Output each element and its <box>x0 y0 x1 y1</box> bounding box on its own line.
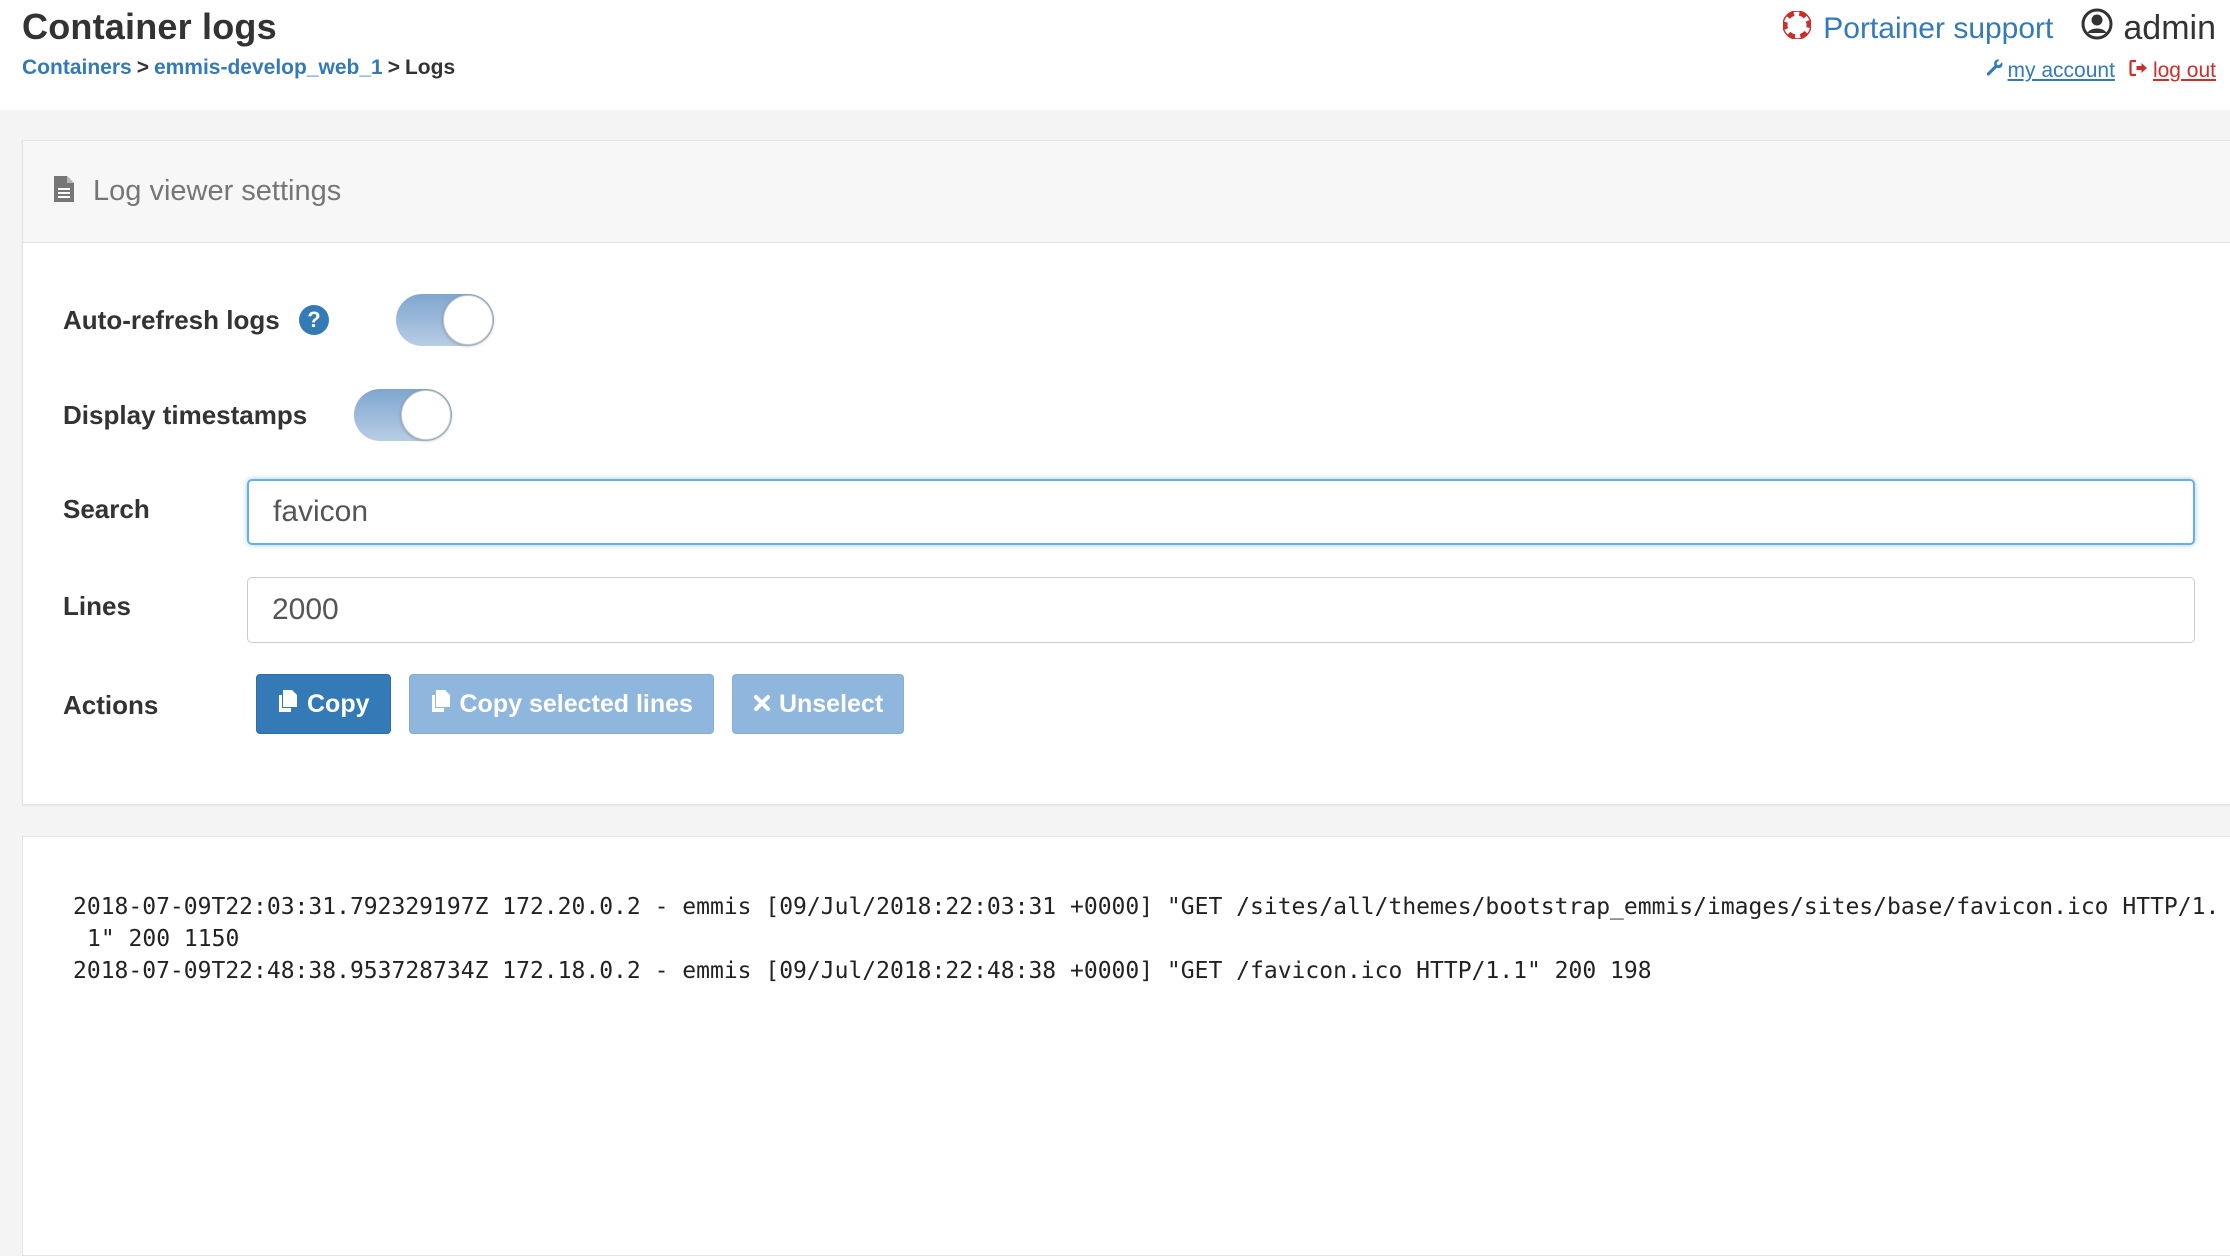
user-circle-icon <box>2081 8 2113 49</box>
search-label: Search <box>63 494 150 524</box>
actions-button-group: Copy Copy selected lines Unselect <box>256 674 922 734</box>
logout-label: log out <box>2152 59 2216 82</box>
file-text-icon <box>53 175 75 208</box>
copy-selected-lines-button[interactable]: Copy selected lines <box>408 674 714 734</box>
close-icon <box>753 690 771 719</box>
auto-refresh-row: Auto-refresh logs ? <box>63 294 494 346</box>
breadcrumb-separator: > <box>136 56 149 79</box>
copy-button-label: Copy <box>307 689 370 718</box>
current-user: admin <box>2081 8 2216 49</box>
log-line[interactable]: 2018-07-09T22:03:31.792329197Z 172.20.0.… <box>73 891 2230 955</box>
panel-heading: Log viewer settings <box>23 141 2230 243</box>
toggle-knob <box>442 295 493 345</box>
sign-out-icon <box>2129 59 2149 83</box>
toggle-knob <box>401 390 452 440</box>
page-title: Container logs <box>22 6 277 47</box>
copy-button[interactable]: Copy <box>256 674 391 734</box>
question-circle-icon[interactable]: ? <box>298 304 330 336</box>
portainer-support-label: Portainer support <box>1823 11 2054 45</box>
wrench-icon <box>1986 59 2004 83</box>
display-timestamps-label: Display timestamps <box>63 399 308 430</box>
auto-refresh-toggle[interactable] <box>395 294 494 346</box>
auto-refresh-label: Auto-refresh logs <box>63 304 280 335</box>
lines-input[interactable] <box>247 577 2195 643</box>
log-output-panel: 2018-07-09T22:03:31.792329197Z 172.20.0.… <box>22 836 2230 1256</box>
my-account-label: my account <box>2007 59 2115 82</box>
breadcrumb: Containers > emmis-develop_web_1 > Logs <box>22 56 455 80</box>
display-timestamps-row: Display timestamps <box>63 389 453 441</box>
breadcrumb-container-link[interactable]: emmis-develop_web_1 <box>154 56 383 79</box>
username: admin <box>2123 9 2216 47</box>
unselect-button-label: Unselect <box>778 689 884 718</box>
header-user-area: Portainer support admin my account log o… <box>1782 8 2216 83</box>
copy-icon <box>430 689 452 720</box>
log-lines: 2018-07-09T22:03:31.792329197Z 172.20.0.… <box>73 891 2230 987</box>
breadcrumb-current: Logs <box>404 56 456 79</box>
portainer-support-link[interactable]: Portainer support <box>1782 9 2054 47</box>
copy-icon <box>277 689 299 720</box>
search-input[interactable] <box>247 479 2195 545</box>
life-ring-icon <box>1782 9 1812 47</box>
breadcrumb-containers-link[interactable]: Containers <box>22 56 132 79</box>
svg-text:?: ? <box>307 307 320 332</box>
display-timestamps-toggle[interactable] <box>354 389 453 441</box>
log-viewer-settings-panel: Log viewer settings Auto-refresh logs ? … <box>22 140 2230 805</box>
breadcrumb-separator: > <box>387 56 400 79</box>
copy-selected-lines-label: Copy selected lines <box>459 689 693 718</box>
log-line[interactable]: 2018-07-09T22:48:38.953728734Z 172.18.0.… <box>73 955 2230 987</box>
lines-label: Lines <box>63 591 131 621</box>
top-header: Container logs Containers > emmis-develop_… <box>0 0 2230 110</box>
actions-label: Actions <box>63 690 159 720</box>
logout-link[interactable]: log out <box>2129 59 2216 83</box>
my-account-link[interactable]: my account <box>1986 59 2115 83</box>
panel-title: Log viewer settings <box>93 175 342 207</box>
unselect-button[interactable]: Unselect <box>731 674 905 734</box>
